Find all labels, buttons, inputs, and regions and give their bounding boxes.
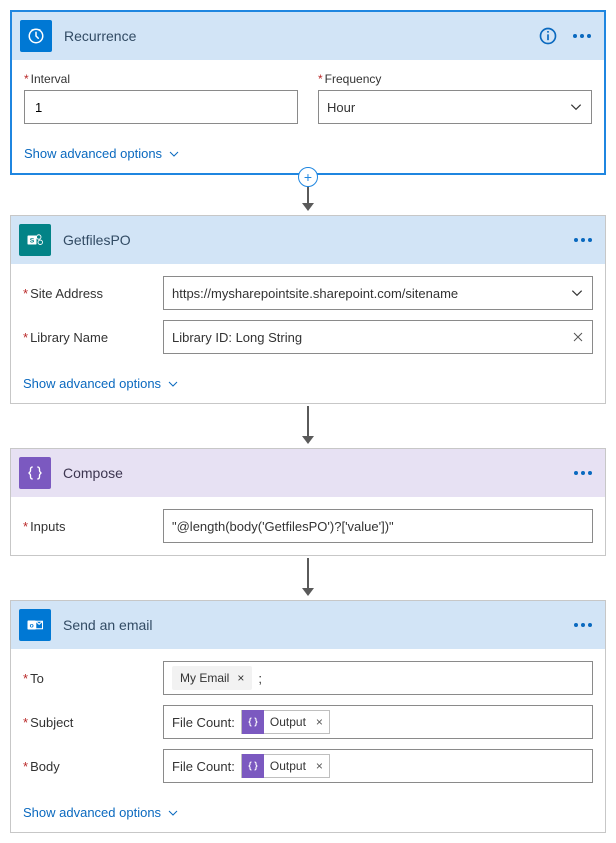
subject-label: Subject: [23, 715, 163, 730]
connector: [10, 406, 606, 446]
compose-card: Compose Inputs "@length(body('GetfilesPO…: [10, 448, 606, 556]
outlook-icon: o: [19, 609, 51, 641]
getfiles-card: S GetfilesPO Site Address https://myshar…: [10, 215, 606, 404]
advanced-options-link[interactable]: Show advanced options: [12, 136, 192, 173]
connector: [10, 558, 606, 598]
ellipsis-icon[interactable]: [573, 622, 593, 628]
recurrence-header[interactable]: Recurrence: [12, 12, 604, 60]
to-token[interactable]: My Email ×: [172, 666, 252, 690]
ellipsis-icon[interactable]: [572, 33, 592, 39]
body-field[interactable]: File Count: Output ×: [163, 749, 593, 783]
braces-icon: [242, 754, 264, 778]
chevron-down-icon: [570, 286, 584, 300]
clear-icon[interactable]: [572, 331, 584, 343]
to-field[interactable]: My Email × ;: [163, 661, 593, 695]
compose-title: Compose: [63, 465, 573, 481]
recurrence-card: Recurrence Interval Frequency Hour: [10, 10, 606, 175]
advanced-options-link[interactable]: Show advanced options: [11, 795, 191, 832]
compose-header[interactable]: Compose: [11, 449, 605, 497]
send-email-title: Send an email: [63, 617, 573, 633]
recurrence-body: Interval Frequency Hour: [12, 60, 604, 136]
chevron-down-icon: [167, 807, 179, 819]
connector-add: +: [10, 177, 606, 213]
send-email-header[interactable]: o Send an email: [11, 601, 605, 649]
site-address-select[interactable]: https://mysharepointsite.sharepoint.com/…: [163, 276, 593, 310]
chevron-down-icon: [167, 378, 179, 390]
braces-icon: [242, 710, 264, 734]
subject-field[interactable]: File Count: Output ×: [163, 705, 593, 739]
frequency-select[interactable]: Hour: [318, 90, 592, 124]
add-step-button[interactable]: +: [298, 167, 318, 187]
remove-token-icon[interactable]: ×: [316, 715, 323, 729]
advanced-options-link[interactable]: Show advanced options: [11, 366, 191, 403]
compose-inputs-label: Inputs: [23, 519, 163, 534]
chevron-down-icon: [569, 100, 583, 114]
frequency-label: Frequency: [318, 72, 592, 86]
svg-text:S: S: [30, 237, 35, 244]
compose-inputs-field[interactable]: "@length(body('GetfilesPO')?['value'])": [163, 509, 593, 543]
svg-text:o: o: [30, 622, 34, 629]
output-token[interactable]: Output ×: [241, 710, 330, 734]
getfiles-title: GetfilesPO: [63, 232, 573, 248]
send-email-card: o Send an email To My Email × ; Subject …: [10, 600, 606, 833]
clock-icon: [20, 20, 52, 52]
remove-token-icon[interactable]: ×: [237, 671, 244, 685]
to-label: To: [23, 671, 163, 686]
sharepoint-icon: S: [19, 224, 51, 256]
site-address-label: Site Address: [23, 286, 163, 301]
ellipsis-icon[interactable]: [573, 237, 593, 243]
recurrence-title: Recurrence: [64, 28, 538, 44]
interval-label: Interval: [24, 72, 298, 86]
interval-input[interactable]: [24, 90, 298, 124]
library-name-input[interactable]: Library ID: Long String: [163, 320, 593, 354]
library-name-label: Library Name: [23, 330, 163, 345]
remove-token-icon[interactable]: ×: [316, 759, 323, 773]
ellipsis-icon[interactable]: [573, 470, 593, 476]
info-icon[interactable]: [538, 26, 558, 46]
output-token[interactable]: Output ×: [241, 754, 330, 778]
getfiles-header[interactable]: S GetfilesPO: [11, 216, 605, 264]
chevron-down-icon: [168, 148, 180, 160]
body-label: Body: [23, 759, 163, 774]
braces-icon: [19, 457, 51, 489]
